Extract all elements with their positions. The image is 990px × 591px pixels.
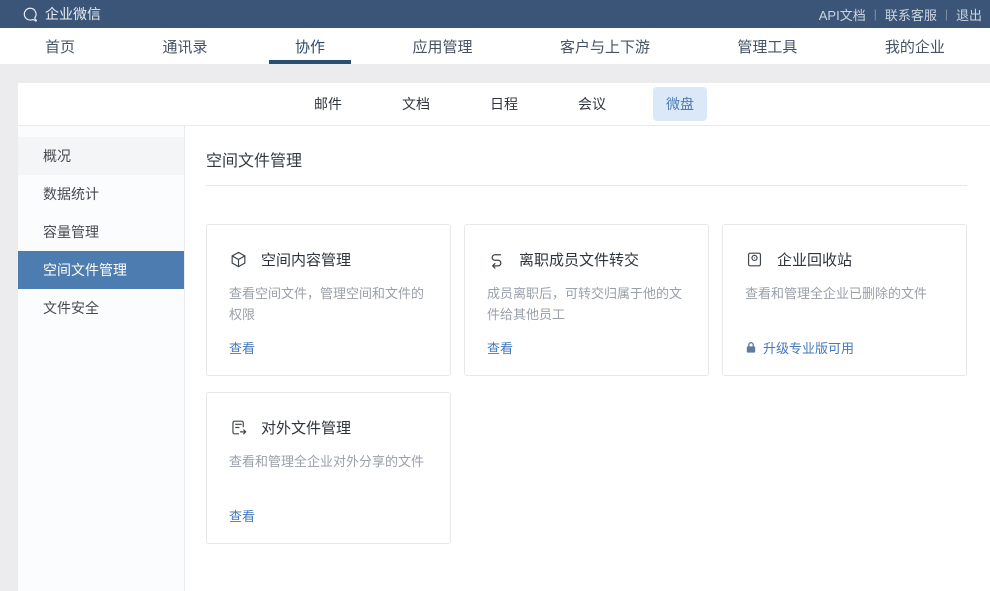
card-description: 查看和管理全企业对外分享的文件 (229, 451, 428, 472)
main-nav: 首页 通讯录 协作 应用管理 客户与上下游 管理工具 我的企业 (0, 28, 990, 64)
panel-body: 概况 数据统计 容量管理 空间文件管理 文件安全 空间文件管理 (18, 126, 990, 591)
card-title: 企业回收站 (777, 249, 852, 270)
collaboration-subtabs: 邮件 文档 日程 会议 微盘 (18, 83, 990, 126)
card-title: 空间内容管理 (261, 249, 351, 270)
card-head: 离职成员文件转交 (487, 249, 686, 270)
contact-support-link[interactable]: 联系客服 (885, 5, 937, 24)
card-space-content-management: 空间内容管理 查看空间文件，管理空间和文件的权限 查看 (206, 224, 451, 376)
card-description: 查看和管理全企业已删除的文件 (745, 283, 944, 304)
sidebar-item-data-statistics[interactable]: 数据统计 (18, 175, 184, 213)
card-head: 空间内容管理 (229, 249, 428, 270)
transfer-arrow-icon (487, 250, 506, 269)
nav-item-management-tools[interactable]: 管理工具 (737, 28, 797, 64)
topbar-links: API文档 | 联系客服 | 退出 (819, 5, 982, 24)
topbar-separator: | (945, 7, 948, 21)
card-title: 离职成员文件转交 (519, 249, 639, 270)
card-description: 查看空间文件，管理空间和文件的权限 (229, 283, 428, 326)
sidebar-item-capacity-management[interactable]: 容量管理 (18, 213, 184, 251)
sidebar-item-space-file-management[interactable]: 空间文件管理 (18, 251, 184, 289)
subtab-docs[interactable]: 文档 (389, 87, 443, 121)
wedrive-sidebar: 概况 数据统计 容量管理 空间文件管理 文件安全 (18, 126, 185, 591)
nav-item-home[interactable]: 首页 (45, 28, 75, 64)
card-title: 对外文件管理 (261, 417, 351, 438)
card-head: 对外文件管理 (229, 417, 428, 438)
recycle-bin-icon (745, 250, 764, 269)
sidebar-item-overview[interactable]: 概况 (18, 137, 184, 175)
card-external-file-management: 对外文件管理 查看和管理全企业对外分享的文件 查看 (206, 392, 451, 544)
card-head: 企业回收站 (745, 249, 944, 270)
brand-label: 企业微信 (45, 4, 101, 24)
subtab-wedrive[interactable]: 微盘 (653, 87, 707, 121)
subtab-schedule[interactable]: 日程 (477, 87, 531, 121)
card-resigned-member-file-transfer: 离职成员文件转交 成员离职后，可转交归属于他的文件给其他员工 查看 (464, 224, 709, 376)
logout-link[interactable]: 退出 (956, 5, 982, 24)
cube-icon (229, 250, 248, 269)
title-divider (206, 185, 967, 186)
upgrade-pro-label: 升级专业版可用 (763, 338, 854, 357)
file-share-icon (229, 418, 248, 437)
view-link[interactable]: 查看 (487, 338, 513, 357)
nav-item-contacts[interactable]: 通讯录 (162, 28, 207, 64)
topbar: 企业微信 API文档 | 联系客服 | 退出 (0, 0, 990, 28)
content-panel: 邮件 文档 日程 会议 微盘 概况 数据统计 容量管理 空间文件管理 文件安全 … (18, 83, 990, 591)
card-company-recycle-bin: 企业回收站 查看和管理全企业已删除的文件 升级专业版可用 (722, 224, 967, 376)
nav-item-my-company[interactable]: 我的企业 (885, 28, 945, 64)
card-description: 成员离职后，可转交归属于他的文件给其他员工 (487, 283, 686, 326)
subtab-mail[interactable]: 邮件 (301, 87, 355, 121)
nav-item-collaboration[interactable]: 协作 (295, 28, 325, 64)
feature-cards: 空间内容管理 查看空间文件，管理空间和文件的权限 查看 (206, 224, 967, 544)
page-background: 邮件 文档 日程 会议 微盘 概况 数据统计 容量管理 空间文件管理 文件安全 … (0, 64, 990, 591)
nav-item-customers-upstream-downstream[interactable]: 客户与上下游 (560, 28, 650, 64)
page-title: 空间文件管理 (206, 147, 967, 171)
lock-icon (745, 341, 757, 354)
subtab-meeting[interactable]: 会议 (565, 87, 619, 121)
view-link[interactable]: 查看 (229, 338, 255, 357)
upgrade-pro-link[interactable]: 升级专业版可用 (745, 338, 854, 357)
wechat-work-logo-icon (22, 6, 39, 23)
nav-item-app-management[interactable]: 应用管理 (412, 28, 472, 64)
topbar-separator: | (874, 7, 877, 21)
api-docs-link[interactable]: API文档 (819, 5, 866, 24)
brand: 企业微信 (22, 4, 101, 24)
main-content: 空间文件管理 空间内容管理 (185, 126, 990, 591)
view-link[interactable]: 查看 (229, 506, 255, 525)
sidebar-item-file-security[interactable]: 文件安全 (18, 289, 184, 327)
